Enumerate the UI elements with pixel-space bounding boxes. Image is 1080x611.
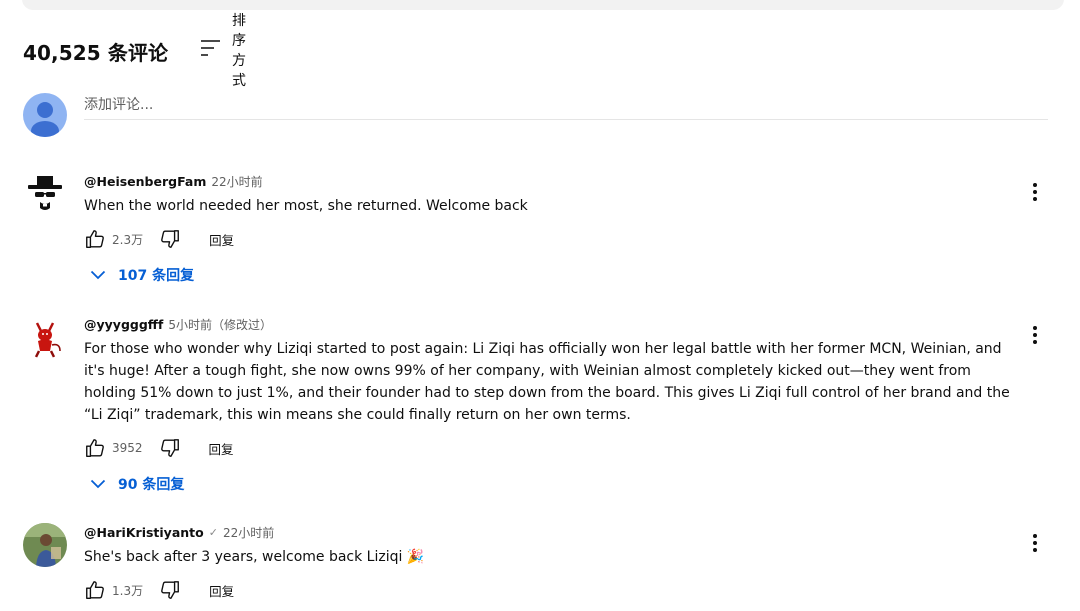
- comment-time[interactable]: 5小时前（修改过）: [168, 316, 272, 333]
- reply-button[interactable]: 回复: [209, 439, 234, 458]
- replies-count: 107 条回复: [118, 268, 195, 284]
- thumb-up-icon: [86, 230, 104, 248]
- comment-author[interactable]: @HariKristiyanto: [84, 525, 204, 540]
- dislike-button[interactable]: [159, 437, 181, 459]
- devil-avatar[interactable]: [23, 315, 67, 359]
- description-box-edge: [22, 0, 1064, 10]
- photo-avatar[interactable]: [23, 523, 67, 567]
- more-vert-icon: [1033, 183, 1037, 201]
- view-replies-button[interactable]: 107 条回复: [90, 265, 1024, 285]
- sort-icon: [200, 39, 222, 61]
- more-vert-icon: [1033, 534, 1037, 552]
- more-options-button[interactable]: [1023, 323, 1047, 347]
- add-comment-input[interactable]: 添加评论...: [84, 93, 1048, 120]
- like-button[interactable]: [84, 579, 106, 601]
- view-replies-button[interactable]: 90 条回复: [90, 474, 1024, 494]
- comment-author[interactable]: @HeisenbergFam: [84, 174, 206, 189]
- thumb-down-icon: [160, 439, 179, 457]
- add-comment-row: 添加评论...: [23, 93, 1048, 137]
- reply-button[interactable]: 回复: [209, 581, 234, 600]
- like-count: 3952: [112, 441, 143, 455]
- verified-icon: ✓: [208, 525, 218, 539]
- comment-text: For those who wonder why Liziqi started …: [84, 341, 1010, 423]
- more-vert-icon: [1033, 326, 1037, 344]
- chevron-down-icon: [90, 270, 106, 280]
- comment-text: When the world needed her most, she retu…: [84, 198, 528, 214]
- thumb-down-icon: [161, 230, 180, 248]
- sort-label: 排序方式: [232, 13, 246, 89]
- like-count: 2.3万: [112, 232, 144, 247]
- like-button[interactable]: [84, 228, 106, 250]
- thumb-up-icon: [86, 581, 104, 599]
- more-options-button[interactable]: [1023, 531, 1047, 555]
- replies-count: 90 条回复: [118, 477, 185, 493]
- reply-button[interactable]: 回复: [209, 230, 234, 249]
- dislike-button[interactable]: [159, 579, 181, 601]
- thumb-down-icon: [161, 581, 180, 599]
- chevron-down-icon: [90, 479, 106, 489]
- comment-time[interactable]: 22小时前: [223, 524, 274, 541]
- like-button[interactable]: [84, 437, 106, 459]
- sort-button[interactable]: 排序方式: [200, 13, 246, 89]
- thumb-up-icon: [86, 439, 104, 457]
- heisenberg-avatar[interactable]: [23, 172, 67, 216]
- more-options-button[interactable]: [1023, 180, 1047, 204]
- dislike-button[interactable]: [159, 228, 181, 250]
- like-count: 1.3万: [112, 583, 144, 598]
- comment-count: 40,525 条评论: [23, 40, 169, 65]
- comment-time[interactable]: 22小时前: [211, 173, 262, 190]
- comment-text: She's back after 3 years, welcome back L…: [84, 549, 425, 565]
- my-avatar: [23, 93, 67, 137]
- comment-author[interactable]: @yyygggfff: [84, 317, 163, 332]
- comments-header: 40,525 条评论 排序方式: [23, 13, 246, 89]
